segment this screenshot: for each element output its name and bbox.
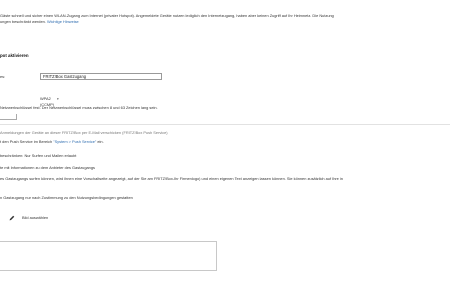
important-notes-link[interactable]: Wichtige Hinweise xyxy=(47,19,79,24)
pencil-icon[interactable] xyxy=(7,213,16,222)
network-key-input[interactable] xyxy=(0,114,17,120)
ssid-label: es: xyxy=(0,74,6,79)
push-service-link[interactable]: "System > Push Service" xyxy=(53,139,96,144)
info-page-option[interactable]: te mit Informationen zu dem Anbieter des… xyxy=(0,165,95,170)
choose-image-button[interactable]: Bild auswählen xyxy=(22,215,48,220)
restrict-surf-mail-option[interactable]: beschränken: Nur Surfen und Mailen erlau… xyxy=(0,153,76,158)
ssid-input[interactable]: FRITZ!Box Gastzugang xyxy=(40,73,162,80)
info-page-description: es Gastzugangs surfen können, wird ihnen… xyxy=(0,176,343,181)
custom-text-area[interactable] xyxy=(0,241,217,271)
push-setup-prefix: t den Push Service im Bereich xyxy=(0,139,54,144)
push-setup-hint: t den Push Service im Bereich "System > … xyxy=(0,139,104,144)
intro-line-2-text: ungen beschränkt werden. xyxy=(0,19,47,24)
chevron-down-icon: ▾ xyxy=(57,97,59,101)
terms-consent-option[interactable]: n Gastzugang nur nach Zustimmung zu den … xyxy=(0,195,133,200)
push-notify-label[interactable]: Anmeldungen der Geräte an dieser FRITZ!B… xyxy=(0,130,168,135)
divider xyxy=(0,124,450,125)
push-setup-suffix: ein. xyxy=(96,139,104,144)
security-mode-select[interactable]: WPA2 (CCMP) ▾ xyxy=(40,96,62,107)
intro-line-2: ungen beschränkt werden. Wichtige Hinwei… xyxy=(0,19,79,24)
key-hint-text: Netzwerkschlüssel fest. Der Netzwerkschl… xyxy=(0,105,158,110)
activate-hotspot-label[interactable]: pot aktivieren xyxy=(0,53,29,58)
intro-line-1: Gäste schnell und sicher einen WLAN-Zuga… xyxy=(0,13,334,18)
